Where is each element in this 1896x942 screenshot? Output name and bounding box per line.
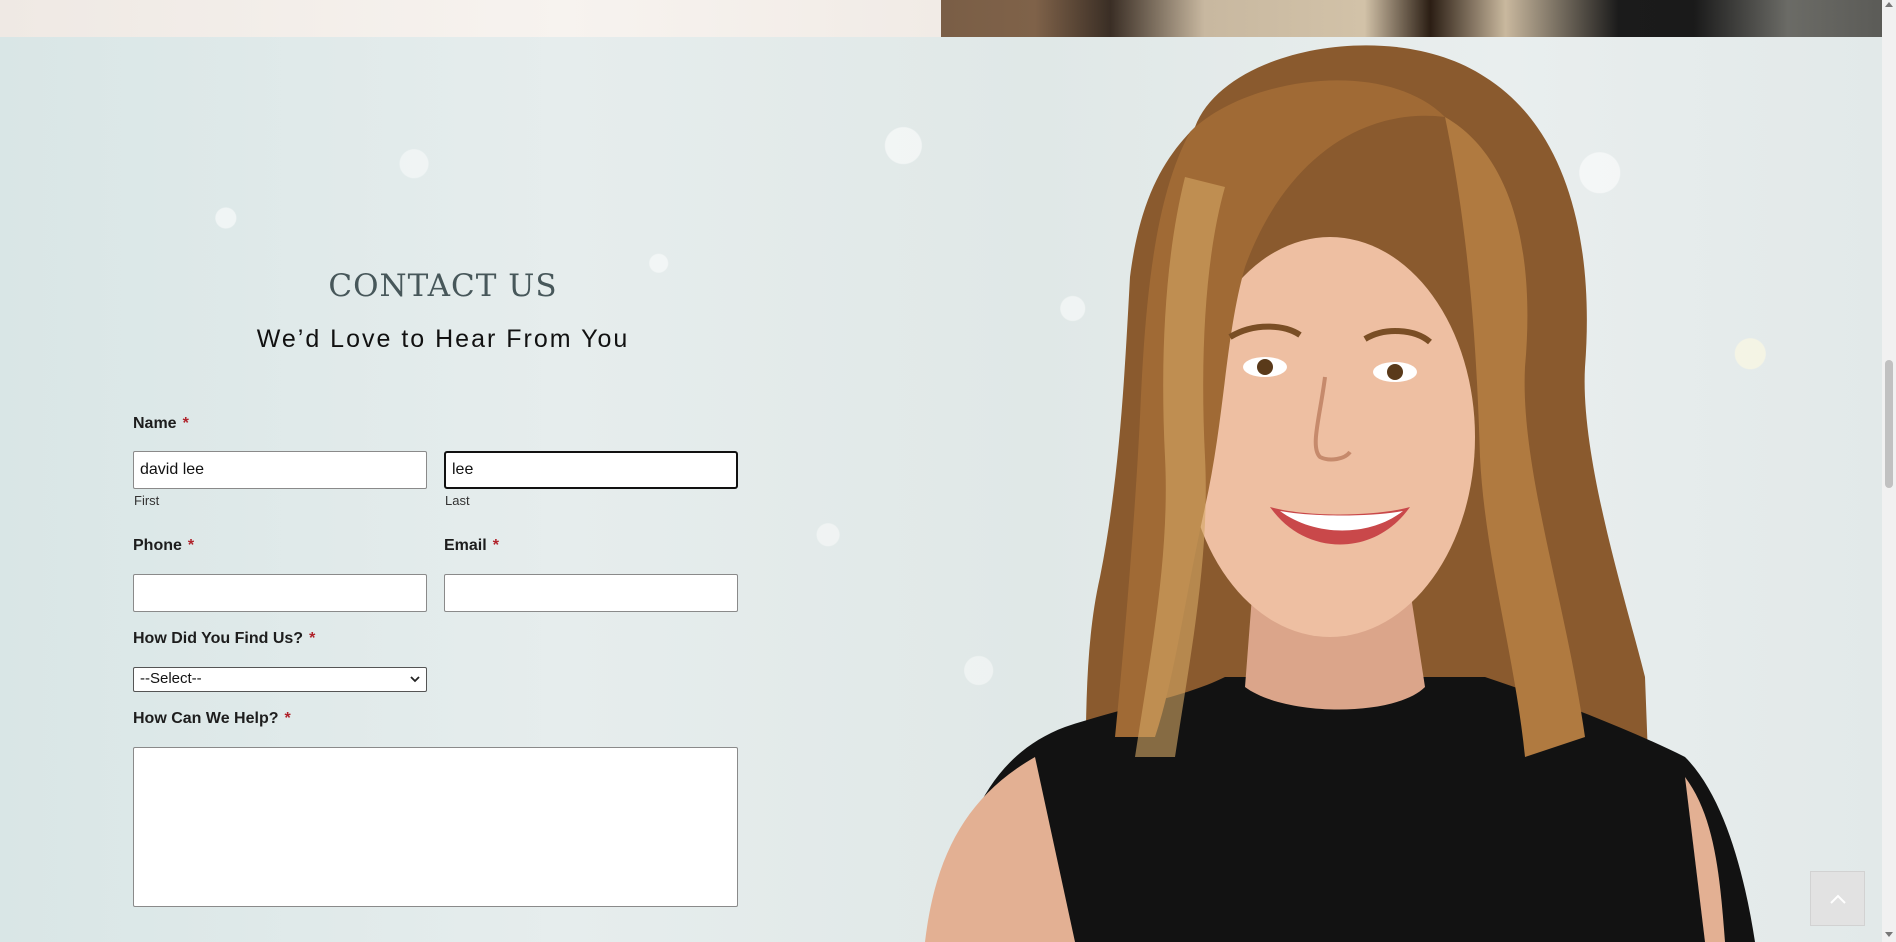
find-us-select[interactable]: --Select--: [133, 667, 427, 692]
scroll-up-arrow-icon[interactable]: [1885, 2, 1893, 7]
required-marker: *: [187, 537, 195, 554]
last-name-sublabel: Last: [445, 493, 470, 508]
first-name-sublabel: First: [134, 493, 160, 508]
required-marker: *: [492, 537, 499, 554]
top-strip-background: [0, 0, 941, 37]
chevron-down-icon: [410, 676, 420, 683]
page-scrollbar[interactable]: [1882, 0, 1896, 942]
phone-label: Phone *: [133, 537, 194, 555]
scroll-down-arrow-icon[interactable]: [1885, 932, 1893, 937]
find-us-label-text: How Did You Find Us?: [133, 630, 304, 647]
required-marker: *: [182, 415, 189, 432]
chevron-up-icon: [1829, 894, 1846, 904]
required-marker: *: [309, 630, 316, 647]
name-label-text: Name: [133, 415, 177, 432]
find-us-label: How Did You Find Us? *: [133, 630, 315, 648]
back-to-top-button[interactable]: [1810, 871, 1865, 926]
top-strip: [0, 0, 1896, 37]
email-input[interactable]: [444, 574, 738, 612]
previous-section-photo: [941, 0, 1882, 37]
section-title: CONTACT US: [328, 268, 558, 304]
last-name-input[interactable]: lee: [444, 451, 738, 489]
help-label: How Can We Help? *: [133, 710, 291, 728]
help-textarea[interactable]: [133, 747, 738, 907]
portrait-photo: [925, 37, 1882, 942]
required-marker: *: [284, 710, 291, 727]
email-label: Email *: [444, 537, 499, 555]
find-us-selected-value: --Select--: [140, 670, 202, 687]
help-label-text: How Can We Help?: [133, 710, 279, 727]
scrollbar-thumb[interactable]: [1885, 360, 1893, 488]
phone-input[interactable]: [133, 574, 427, 612]
section-subtitle: We’d Love to Hear From You: [256, 325, 630, 353]
first-name-input[interactable]: david lee: [133, 451, 427, 489]
phone-label-text: Phone: [133, 537, 182, 554]
email-label-text: Email: [444, 537, 487, 554]
name-label: Name *: [133, 415, 189, 433]
